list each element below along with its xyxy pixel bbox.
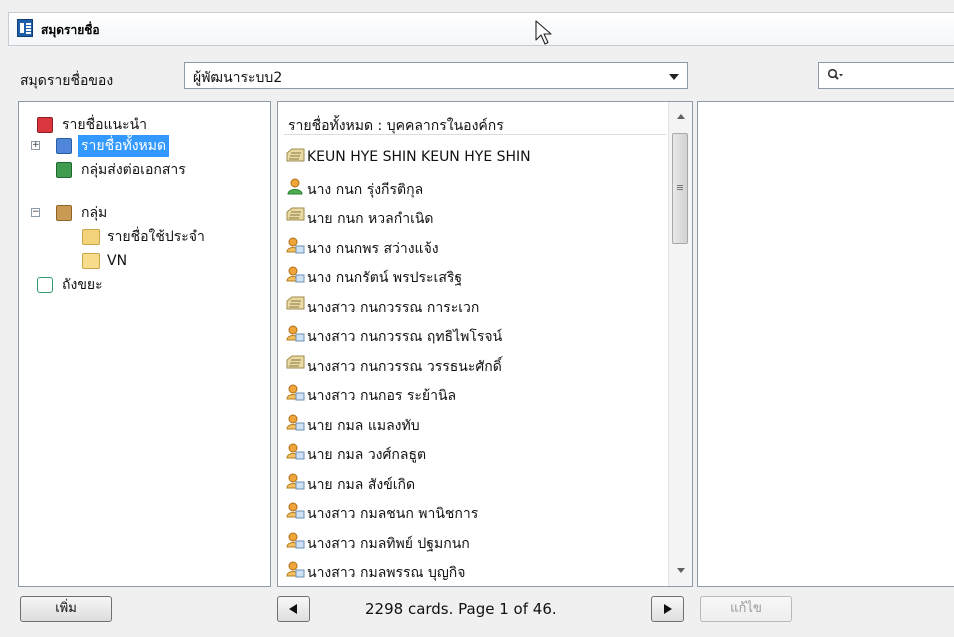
contact-card-icon — [286, 355, 305, 372]
person-card-icon — [286, 502, 305, 519]
trash-icon — [37, 277, 53, 293]
address-book-window: สมุดรายชื่อ สมุดรายชื่อของ ผู้พัฒนาระบบ2… — [0, 0, 954, 637]
owner-label: สมุดรายชื่อของ — [20, 73, 114, 89]
person-card-icon — [286, 384, 305, 401]
list-item[interactable]: นาย กนก หวลกำเนิด — [278, 202, 668, 231]
folder-icon — [82, 253, 100, 269]
address-book-app-icon — [17, 19, 33, 37]
scrollbar-grip-icon — [677, 185, 683, 186]
person-card-icon — [286, 561, 305, 578]
contact-name: นางสาว กนกวรรณ การะเวก — [307, 299, 480, 316]
previous-page-button[interactable] — [277, 596, 310, 622]
contact-name: นาง กนก รุ่งกีรติกุล — [307, 181, 424, 198]
contact-name: นางสาว กมลพรรณ บุญกิจ — [307, 565, 466, 581]
list-item[interactable]: นางสาว กนกอร ระย้านิล — [278, 379, 668, 408]
contact-card-icon — [286, 296, 305, 313]
chevron-down-icon — [669, 74, 679, 80]
person-card-icon — [286, 266, 305, 283]
list-item[interactable]: KEUN HYE SHIN KEUN HYE SHIN — [278, 143, 668, 172]
recommended-contacts-icon — [37, 117, 53, 133]
list-item[interactable]: นางสาว กนกวรรณ การะเวก — [278, 291, 668, 320]
contact-name: KEUN HYE SHIN KEUN HYE SHIN — [307, 149, 531, 165]
favorites-folder-icon — [82, 229, 100, 245]
expand-plus-icon[interactable]: + — [31, 141, 40, 150]
folder-tree-pane: รายชื่อแนะนำ + รายชื่อทั้งหมด กลุ่มส่งต่… — [18, 101, 271, 587]
window-title: สมุดรายชื่อ — [41, 23, 100, 37]
tree-item-label: รายชื่อทั้งหมด — [78, 135, 170, 157]
list-item[interactable]: นางสาว กมลทิพย์ ปฐมกนก — [278, 527, 668, 556]
contact-name: นาย กมล สังข์เกิด — [307, 476, 416, 493]
edit-button[interactable]: แก้ไข — [700, 596, 792, 622]
forward-group-icon — [56, 162, 72, 178]
contact-name: นาง กนกรัตน์ พรประเสริฐ — [307, 270, 463, 286]
scroll-down-icon[interactable] — [677, 568, 685, 573]
tree-item-label: VN — [107, 253, 128, 269]
list-item[interactable]: นาง กนกพร สว่างแจ้ง — [278, 232, 668, 261]
contact-name: นาง กนกพร สว่างแจ้ง — [307, 240, 439, 257]
list-item[interactable]: นางสาว กมลพรรณ บุญกิจ — [278, 556, 668, 585]
list-item[interactable]: นางสาว กนกวรรณ วรรธนะศักดิ์ — [278, 350, 668, 379]
tree-item-label: กลุ่มส่งต่อเอกสาร — [81, 162, 186, 178]
search-icon — [827, 68, 843, 80]
list-header-title: รายชื่อทั้งหมด : บุคคลากรในองค์กร — [288, 118, 504, 134]
person-card-icon — [286, 237, 305, 254]
next-arrow-icon — [664, 604, 672, 614]
list-item[interactable]: นาย กมล สังข์เกิด — [278, 468, 668, 497]
list-item[interactable]: นางสาว กมลชนก พานิชการ — [278, 497, 668, 526]
contact-name: นางสาว กมลชนก พานิชการ — [307, 506, 479, 522]
tree-item-label: รายชื่อแนะนำ — [62, 117, 148, 133]
tree-item-label: กลุ่ม — [81, 205, 108, 221]
owner-dropdown[interactable]: ผู้พัฒนาระบบ2 — [184, 62, 688, 89]
list-item[interactable]: นาง กนกรัตน์ พรประเสริฐ — [278, 261, 668, 290]
scroll-up-icon[interactable] — [677, 114, 685, 119]
list-item[interactable]: นาย กมล วงศ์กลธูต — [278, 438, 668, 467]
contact-name: นาย กมล แมลงทับ — [307, 417, 420, 434]
title-bar: สมุดรายชื่อ — [8, 12, 954, 46]
person-card-icon — [286, 325, 305, 342]
owner-bar: สมุดรายชื่อของ ผู้พัฒนาระบบ2 — [8, 48, 954, 94]
person-card-icon — [286, 532, 305, 549]
contact-card-icon — [286, 207, 305, 224]
next-page-button[interactable] — [651, 596, 684, 622]
all-contacts-icon — [56, 138, 72, 154]
collapse-minus-icon[interactable]: − — [31, 208, 40, 217]
owner-selected-value: ผู้พัฒนาระบบ2 — [193, 70, 283, 86]
group-icon — [56, 205, 72, 221]
tree-item-label: รายชื่อใช้ประจำ — [107, 229, 205, 245]
contact-detail-pane — [697, 101, 954, 587]
person-card-icon — [286, 443, 305, 460]
contact-name: นางสาว กนกวรรณ ฤทธิไพโรจน์ — [307, 329, 503, 345]
list-header: รายชื่อทั้งหมด : บุคคลากรในองค์กร — [278, 102, 668, 138]
list-item[interactable]: นาย กมล แมลงทับ — [278, 409, 668, 438]
person-icon — [286, 178, 305, 195]
previous-arrow-icon — [289, 604, 297, 614]
contact-name: นาย กนก หวลกำเนิด — [307, 211, 434, 227]
tree-item-label: ถังขยะ — [62, 277, 103, 293]
mouse-cursor-icon — [535, 20, 552, 45]
search-input[interactable] — [818, 62, 954, 89]
contact-card-icon — [286, 148, 305, 165]
contact-name: นางสาว กนกอร ระย้านิล — [307, 388, 457, 404]
contact-name: นางสาว กนกวรรณ วรรธนะศักดิ์ — [307, 358, 502, 375]
contact-name: นาย กมล วงศ์กลธูต — [307, 447, 427, 463]
list-item[interactable]: นาง กนก รุ่งกีรติกุล — [278, 173, 668, 202]
add-button[interactable]: เพิ่ม — [20, 596, 112, 622]
scrollbar-thumb[interactable] — [672, 133, 688, 244]
person-card-icon — [286, 414, 305, 431]
contact-name: นางสาว กมลทิพย์ ปฐมกนก — [307, 535, 470, 552]
contacts-list-pane: รายชื่อทั้งหมด : บุคคลากรในองค์กร KEUN H… — [277, 101, 693, 587]
pager-status: 2298 cards. Page 1 of 46. — [365, 600, 557, 618]
list-scrollbar[interactable] — [668, 102, 692, 586]
person-card-icon — [286, 473, 305, 490]
list-item[interactable]: นางสาว กนกวรรณ ฤทธิไพโรจน์ — [278, 320, 668, 349]
